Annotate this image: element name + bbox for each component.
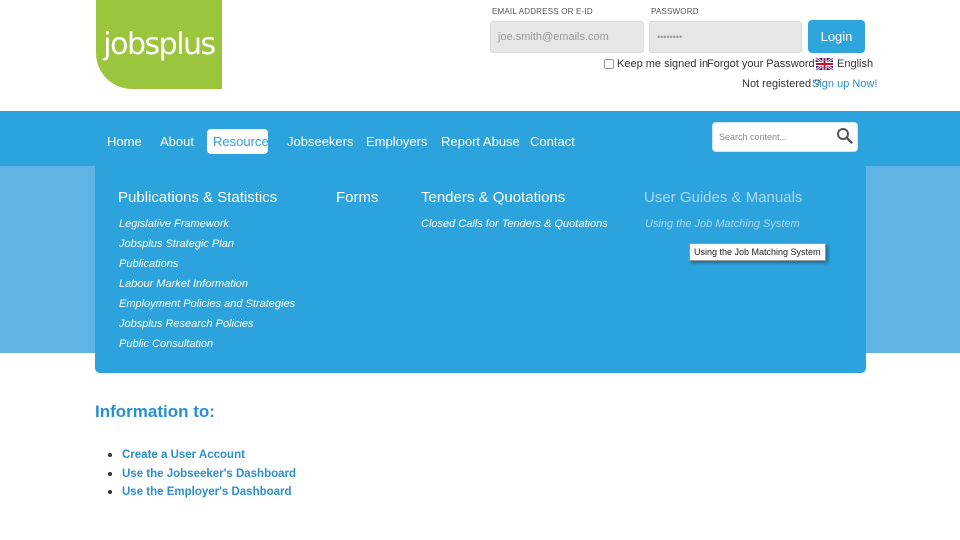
labour-market-information-link[interactable]: Labour Market Information	[119, 278, 248, 290]
password-label: PASSWORD	[651, 7, 699, 16]
nav-jobseekers[interactable]: Jobseekers	[281, 129, 359, 154]
keep-signed-in-checkbox[interactable]	[604, 59, 614, 69]
information-list: Create a User Account Use the Jobseeker'…	[108, 447, 296, 503]
nav-employers[interactable]: Employers	[360, 129, 433, 154]
publications-statistics-heading[interactable]: Publications & Statistics	[118, 189, 277, 206]
bullet-icon	[108, 453, 112, 457]
job-matching-system-link[interactable]: Using the Job Matching System	[645, 218, 800, 230]
password-field[interactable]: ••••••••	[649, 21, 802, 53]
employer-dashboard-link[interactable]: Use the Employer's Dashboard	[122, 486, 292, 498]
uk-flag-icon[interactable]	[816, 58, 833, 70]
not-registered-text: Not registered ?	[742, 78, 821, 90]
user-guides-heading[interactable]: User Guides & Manuals	[644, 189, 802, 206]
email-label: EMAIL ADDRESS OR E-ID	[492, 7, 593, 16]
link-tooltip: Using the Job Matching System	[689, 243, 826, 261]
legislative-framework-link[interactable]: Legislative Framework	[119, 218, 229, 230]
strategic-plan-link[interactable]: Jobsplus Strategic Plan	[119, 238, 234, 250]
nav-report-abuse[interactable]: Report Abuse	[435, 129, 526, 154]
page: jobsplus EMAIL ADDRESS OR E-ID joe.smith…	[0, 0, 960, 540]
employment-policies-link[interactable]: Employment Policies and Strategies	[119, 298, 295, 310]
research-policies-link[interactable]: Jobsplus Research Policies	[119, 318, 254, 330]
nav-home[interactable]: Home	[101, 129, 148, 154]
nav-about[interactable]: About	[154, 129, 200, 154]
language-selector[interactable]: English	[837, 58, 873, 70]
list-item[interactable]: Use the Employer's Dashboard	[108, 484, 296, 503]
nav-contact[interactable]: Contact	[524, 129, 581, 154]
bullet-icon	[108, 490, 112, 494]
jobsplus-logo[interactable]: jobsplus	[96, 0, 222, 89]
login-button[interactable]: Login	[808, 20, 865, 53]
list-item[interactable]: Use the Jobseeker's Dashboard	[108, 466, 296, 485]
tenders-quotations-heading[interactable]: Tenders & Quotations	[421, 189, 565, 206]
sign-up-link[interactable]: Sign up Now!	[812, 78, 877, 90]
create-account-link[interactable]: Create a User Account	[122, 449, 245, 461]
closed-calls-link[interactable]: Closed Calls for Tenders & Quotations	[421, 218, 608, 230]
jobseeker-dashboard-link[interactable]: Use the Jobseeker's Dashboard	[122, 468, 296, 480]
nav-resources[interactable]: Resources	[207, 129, 275, 154]
public-consultation-link[interactable]: Public Consultation	[119, 338, 213, 350]
forgot-password-link[interactable]: Forgot your Password?	[707, 58, 821, 70]
list-item[interactable]: Create a User Account	[108, 447, 296, 466]
bullet-icon	[108, 471, 112, 476]
information-heading: Information to:	[95, 402, 215, 421]
forms-heading[interactable]: Forms	[336, 189, 379, 206]
email-field[interactable]: joe.smith@emails.com	[490, 21, 644, 53]
keep-signed-in-label[interactable]: Keep me signed in	[617, 58, 708, 70]
search-icon[interactable]	[836, 127, 853, 144]
logo-text: jobsplus	[103, 27, 216, 62]
publications-link[interactable]: Publications	[119, 258, 178, 270]
